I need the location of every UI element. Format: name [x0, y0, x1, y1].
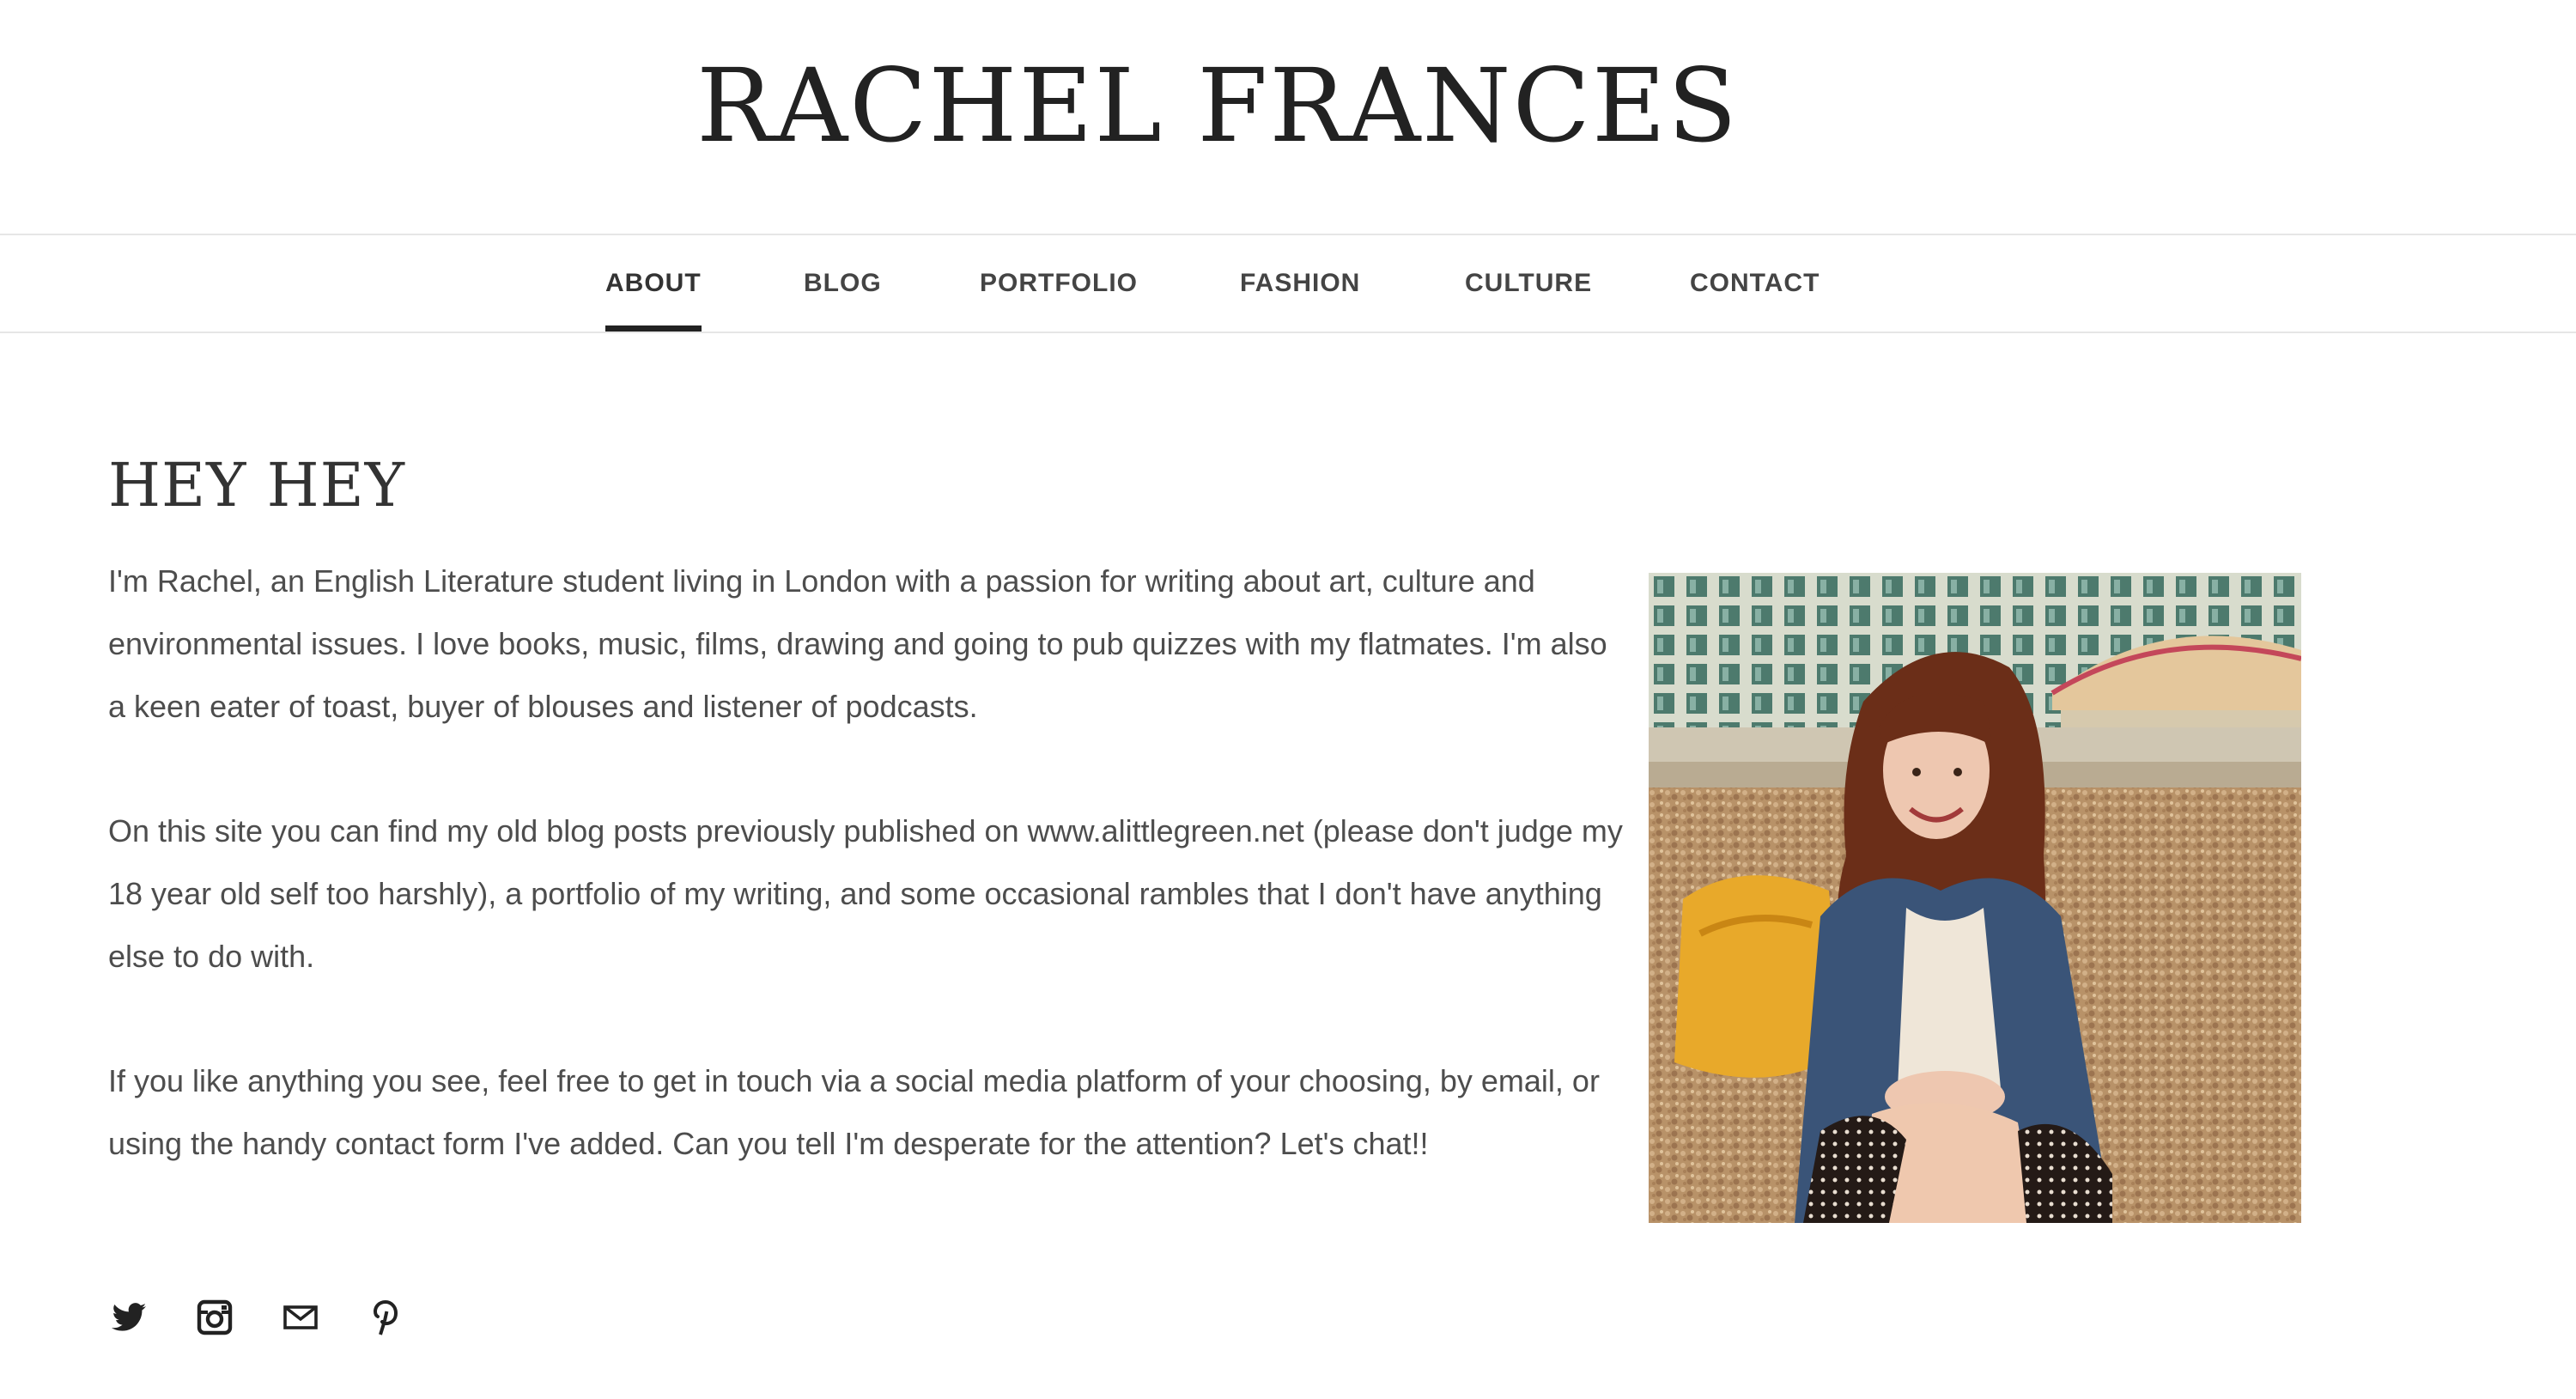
about-paragraph: If you like anything you see, feel free …: [108, 1063, 1600, 1161]
nav-item-fashion[interactable]: FASHION: [1240, 235, 1360, 332]
nav-item-about[interactable]: ABOUT: [605, 235, 702, 332]
site-header: RACHEL FRANCES: [0, 0, 2576, 235]
nav-item-culture[interactable]: CULTURE: [1465, 235, 1592, 332]
profile-photo: [1649, 573, 2301, 1223]
nav-item-contact[interactable]: CONTACT: [1690, 235, 1820, 332]
about-paragraph: I'm Rachel, an English Literature studen…: [108, 563, 1607, 724]
page-heading: HEY HEY: [108, 450, 405, 520]
email-icon[interactable]: [280, 1297, 321, 1338]
site-title[interactable]: RACHEL FRANCES: [0, 33, 2435, 179]
nav-item-blog[interactable]: BLOG: [804, 235, 882, 332]
about-text: I'm Rachel, an English Literature studen…: [108, 550, 1624, 1237]
about-paragraph: On this site you can find my old blog po…: [108, 813, 1623, 974]
nav-item-portfolio[interactable]: PORTFOLIO: [980, 235, 1138, 332]
twitter-icon[interactable]: [108, 1297, 149, 1338]
instagram-icon[interactable]: [194, 1297, 235, 1338]
pinterest-icon[interactable]: [366, 1297, 407, 1338]
main-navigation: ABOUT BLOG PORTFOLIO FASHION CULTURE CON…: [0, 235, 2576, 333]
